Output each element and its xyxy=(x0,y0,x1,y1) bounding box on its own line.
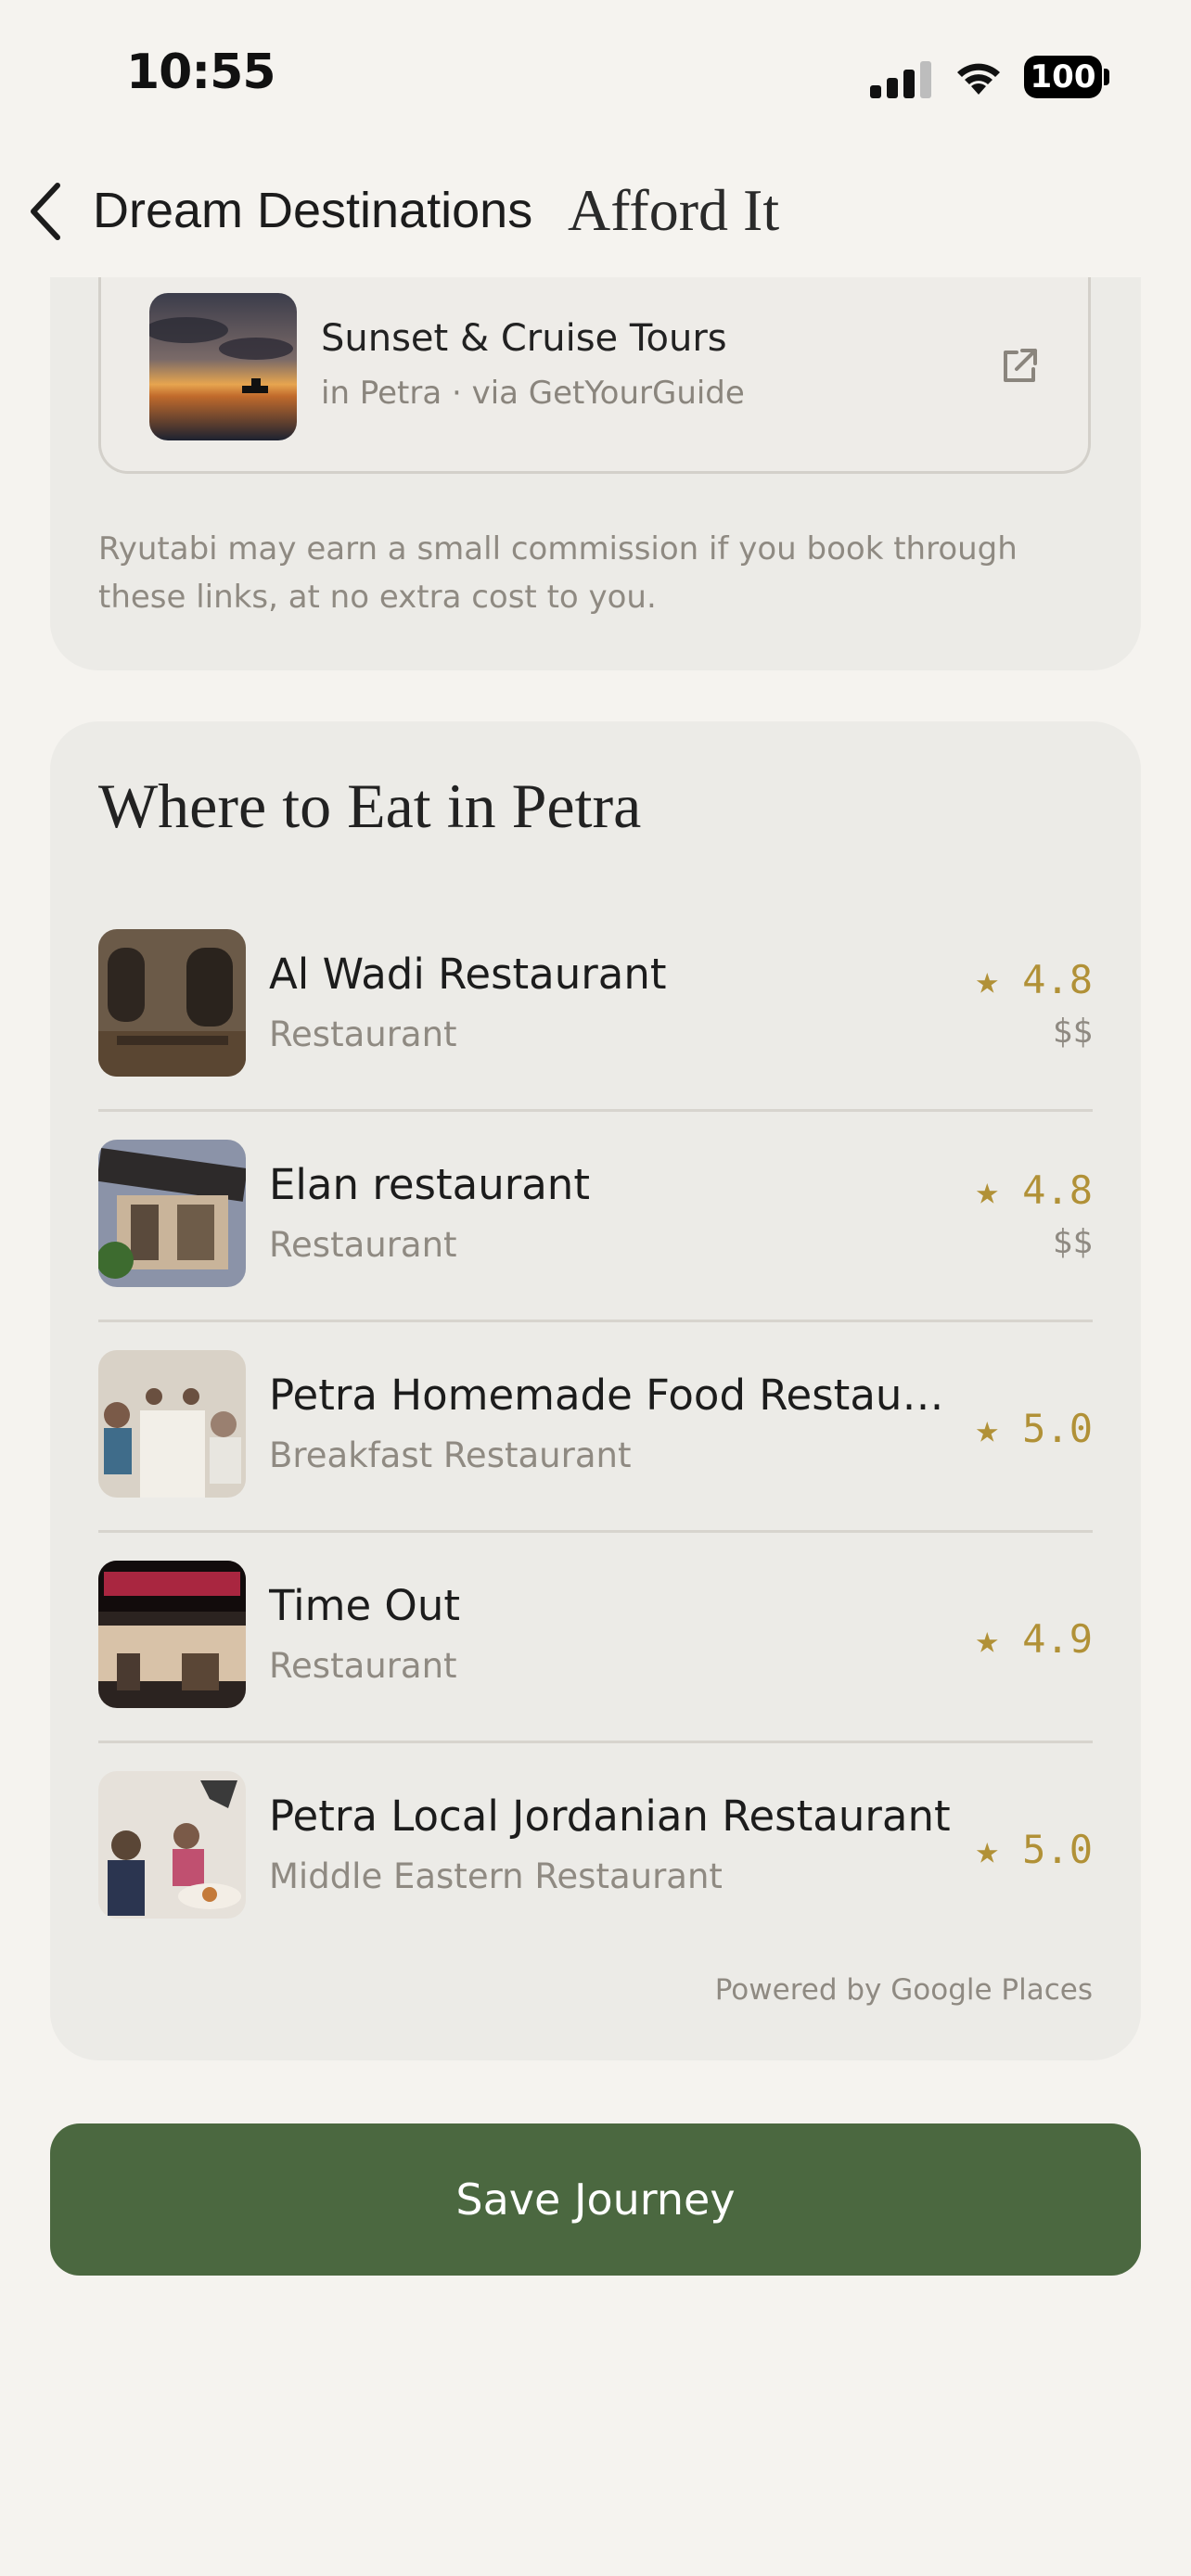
row-divider xyxy=(98,1109,1093,1112)
powered-by-attribution: Powered by Google Places xyxy=(714,1973,1093,2007)
restaurant-thumbnail xyxy=(98,1561,246,1708)
restaurant-thumbnail xyxy=(98,1350,246,1498)
restaurant-category: Middle Eastern Restaurant xyxy=(269,1856,723,1896)
restaurant-rating: ★ 5.0 xyxy=(975,1406,1093,1451)
wifi-icon xyxy=(957,63,1000,95)
restaurant-category: Restaurant xyxy=(269,1014,457,1054)
restaurant-rating: ★ 4.8 xyxy=(975,957,1093,1002)
restaurant-item[interactable]: Time Out Restaurant ★ 4.9 xyxy=(98,1561,1093,1771)
tour-thumbnail xyxy=(149,293,297,440)
restaurant-name: Al Wadi Restaurant xyxy=(269,950,667,999)
restaurant-item[interactable]: Petra Homemade Food Restaura... Breakfas… xyxy=(98,1350,1093,1561)
restaurant-rating: ★ 4.9 xyxy=(975,1616,1093,1662)
affiliate-disclaimer: Ryutabi may earn a small commission if y… xyxy=(98,530,1018,616)
restaurant-name: Petra Local Jordanian Restaurant xyxy=(269,1792,951,1841)
row-divider xyxy=(98,1530,1093,1533)
restaurant-thumbnail xyxy=(98,1771,246,1919)
restaurant-rating: ★ 5.0 xyxy=(975,1827,1093,1872)
nav-subtitle: Afford It xyxy=(568,177,780,243)
section-title: Where to Eat in Petra xyxy=(98,771,642,841)
restaurant-item[interactable]: Petra Local Jordanian Restaurant Middle … xyxy=(98,1771,1093,1982)
save-journey-button[interactable]: Save Journey xyxy=(50,2123,1141,2276)
restaurant-thumbnail xyxy=(98,1140,246,1287)
restaurant-name: Time Out xyxy=(269,1581,461,1630)
restaurant-category: Breakfast Restaurant xyxy=(269,1435,632,1475)
restaurant-price: $$ xyxy=(1052,1013,1093,1051)
restaurant-category: Restaurant xyxy=(269,1646,457,1686)
back-chevron-icon[interactable] xyxy=(22,180,70,243)
restaurant-price: $$ xyxy=(1052,1223,1093,1261)
tour-subtitle: in Petra · via GetYourGuide xyxy=(321,375,745,412)
battery-level: 100 xyxy=(1024,56,1102,98)
external-link-icon[interactable] xyxy=(998,345,1041,388)
restaurant-name: Petra Homemade Food Restaura... xyxy=(269,1371,955,1420)
tour-title: Sunset & Cruise Tours xyxy=(321,317,727,360)
cellular-signal-icon xyxy=(870,61,931,98)
restaurant-name: Elan restaurant xyxy=(269,1160,590,1209)
restaurant-thumbnail xyxy=(98,929,246,1077)
restaurant-rating: ★ 4.8 xyxy=(975,1167,1093,1213)
restaurant-item[interactable]: Elan restaurant Restaurant ★ 4.8 $$ xyxy=(98,1140,1093,1350)
nav-title: Dream Destinations xyxy=(93,183,533,238)
restaurant-item[interactable]: Al Wadi Restaurant Restaurant ★ 4.8 $$ xyxy=(98,929,1093,1140)
row-divider xyxy=(98,1741,1093,1743)
status-time: 10:55 xyxy=(126,45,276,100)
row-divider xyxy=(98,1320,1093,1322)
restaurant-category: Restaurant xyxy=(269,1225,457,1265)
battery-icon: 100 xyxy=(1024,56,1109,100)
